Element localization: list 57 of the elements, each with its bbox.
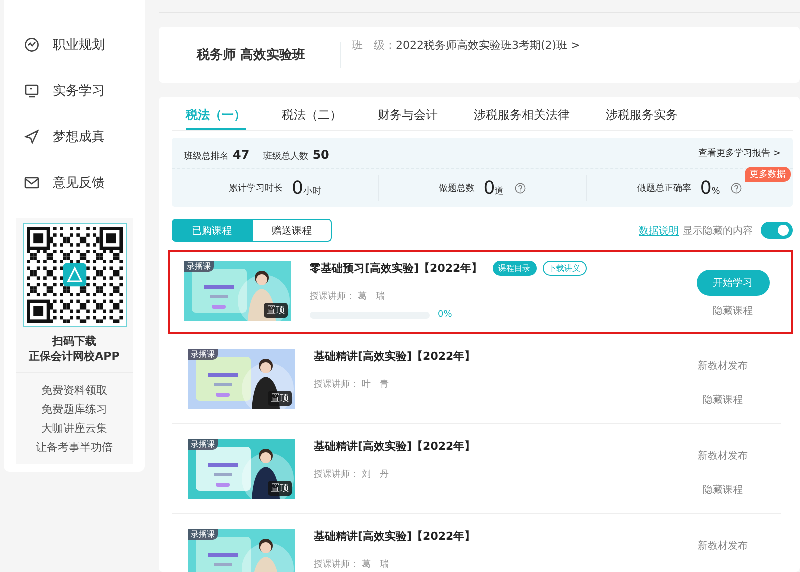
hide-course-link[interactable]: 隐藏课程 — [703, 393, 743, 407]
promo-link[interactable]: 让备考事半功倍 — [36, 440, 113, 456]
recorded-tag: 录播课 — [188, 439, 218, 450]
notice-text: 新教材发布 — [698, 360, 748, 373]
toggle-label: 显示隐藏的内容 — [683, 224, 753, 238]
paper-plane-icon — [24, 129, 40, 145]
pin-badge[interactable]: 置顶 — [264, 303, 288, 318]
teacher-text: 授课讲师： 葛 瑞 — [314, 558, 390, 571]
subject-tab[interactable]: 涉税服务相关法律 — [474, 97, 570, 130]
monitor-icon — [24, 83, 40, 99]
recorded-tag: 录播课 — [188, 349, 218, 360]
course-title: 基础精讲[高效实验]【2022年】 — [314, 349, 476, 364]
promo-link[interactable]: 免费题库练习 — [42, 402, 108, 418]
sidebar-item[interactable]: 职业规划 — [16, 22, 133, 68]
notice-text: 新教材发布 — [698, 450, 748, 463]
teacher-text: 授课讲师： 叶 青 — [314, 378, 390, 391]
class-rank: 班级总排名 47 — [184, 146, 250, 162]
sidebar-item[interactable]: 意见反馈 — [16, 160, 133, 206]
promo-text: 扫码下载 正保会计网校APP — [29, 334, 120, 364]
subject-tab[interactable]: 涉税服务实务 — [606, 97, 678, 130]
hide-course-link[interactable]: 隐藏课程 — [703, 483, 743, 497]
report-link[interactable]: 查看更多学习报告 > — [698, 146, 781, 160]
promo-link[interactable]: 免费资料领取 — [42, 383, 108, 399]
metric-value: 0道 — [482, 178, 504, 198]
class-size: 班级总人数 50 — [264, 146, 330, 162]
teacher-text: 授课讲师： 葛 瑞 — [310, 290, 386, 303]
class-link[interactable]: 班 级：2022税务师高效实验班3考期(2)班 > — [352, 38, 580, 53]
class-title: 税务师 高效实验班 — [196, 46, 307, 64]
sidebar-item[interactable]: 梦想成真 — [16, 114, 133, 160]
metric-value: 0小时 — [290, 178, 322, 198]
course-title: 零基础预习[高效实验]【2022年】 — [310, 261, 483, 276]
metric-value: 0% — [699, 178, 720, 198]
pin-badge[interactable]: 置顶 — [268, 391, 292, 406]
teacher-text: 授课讲师： 刘 丹 — [314, 468, 390, 481]
recorded-tag: 录播课 — [188, 529, 218, 540]
sidebar-label: 意见反馈 — [53, 175, 105, 192]
pin-badge[interactable]: 置顶 — [268, 481, 292, 496]
course-title: 基础精讲[高效实验]【2022年】 — [314, 529, 476, 544]
hide-course-link[interactable]: 隐藏课程 — [713, 304, 753, 318]
sidebar-label: 职业规划 — [53, 37, 105, 54]
subject-tab[interactable]: 税法（二） — [282, 97, 342, 130]
metric-label: 做题总数 — [438, 182, 475, 194]
promo-link[interactable]: 大咖讲座云集 — [42, 421, 108, 437]
metric-label: 做题总正确率 — [637, 182, 692, 194]
course-tab[interactable]: 赠送课程 — [252, 219, 332, 242]
mail-icon — [24, 175, 40, 191]
sidebar-label: 梦想成真 — [53, 129, 105, 146]
progress-text: 0% — [438, 310, 452, 320]
chart-circle-icon — [24, 37, 40, 53]
toggle-switch[interactable] — [761, 222, 793, 239]
course-title: 基础精讲[高效实验]【2022年】 — [314, 439, 476, 454]
subject-tab[interactable]: 财务与会计 — [378, 97, 438, 130]
metric-label: 累计学习时长 — [228, 182, 283, 194]
recorded-tag: 录播课 — [184, 261, 214, 272]
notice-text: 新教材发布 — [698, 540, 748, 553]
sidebar-label: 实务学习 — [53, 83, 105, 100]
sidebar-item[interactable]: 实务学习 — [16, 68, 133, 114]
